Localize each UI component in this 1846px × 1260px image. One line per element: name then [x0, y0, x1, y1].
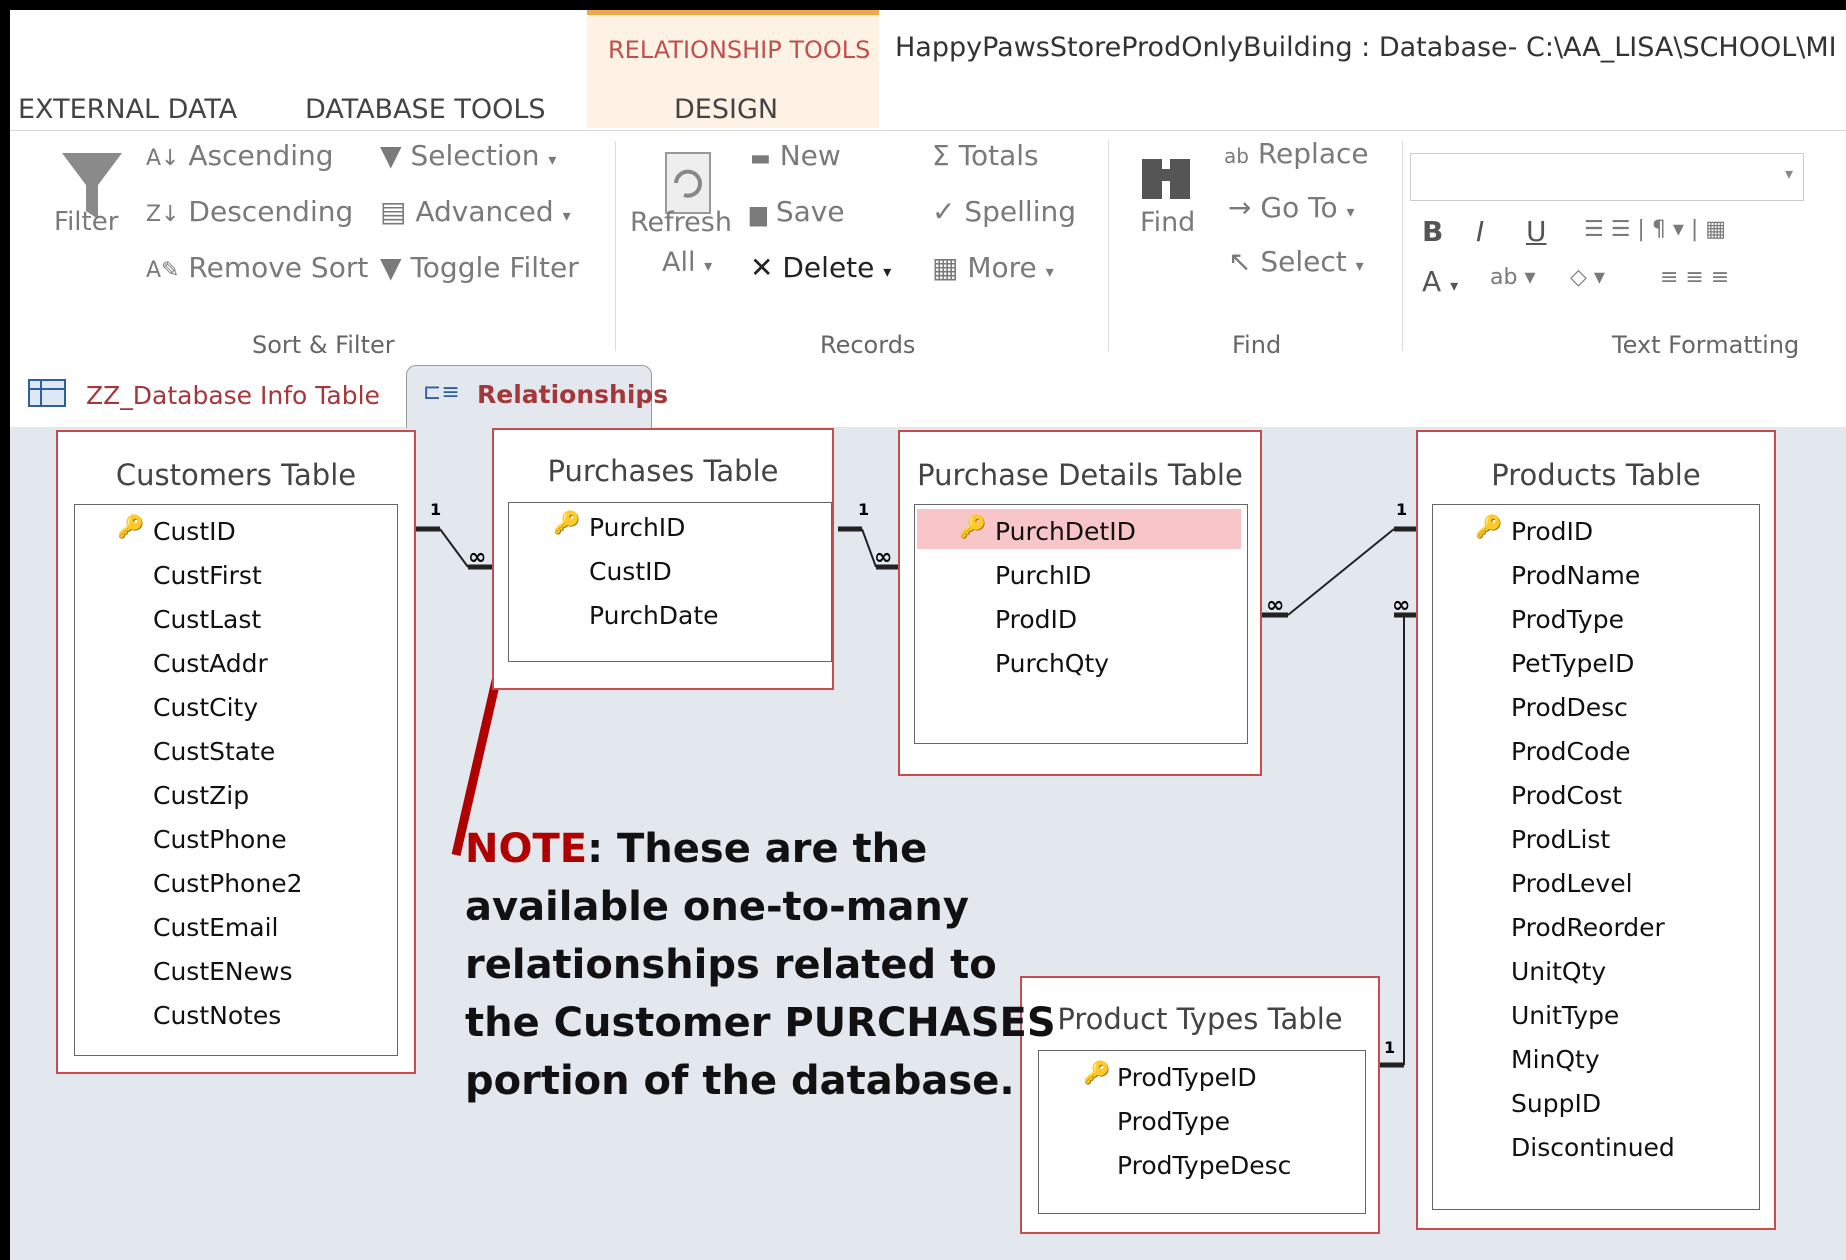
field-item[interactable]: CustNotes [153, 1001, 281, 1030]
field-item[interactable]: CustENews [153, 957, 292, 986]
primary-key-icon: 🔑 [1083, 1061, 1111, 1086]
field-item[interactable]: CustZip [153, 781, 249, 810]
rel-one-label: 1 [858, 500, 870, 519]
access-window: RELATIONSHIP TOOLS HappyPawsStoreProdOnl… [10, 10, 1846, 1260]
rel-line-segment [1287, 528, 1395, 616]
products-table-window[interactable]: Products Table 🔑 ProdID ProdName ProdTyp… [1416, 430, 1776, 1230]
field-item[interactable]: SuppID [1511, 1089, 1601, 1118]
field-item[interactable]: CustID [589, 557, 672, 586]
field-item[interactable]: ProdID [995, 605, 1077, 634]
field-item[interactable]: CustID [153, 517, 236, 546]
field-item[interactable]: CustEmail [153, 913, 279, 942]
field-item[interactable]: ProdReorder [1511, 913, 1665, 942]
field-item[interactable]: ProdList [1511, 825, 1610, 854]
field-item[interactable]: CustPhone [153, 825, 287, 854]
rel-one-label: 1 [1396, 500, 1408, 519]
field-item[interactable]: CustAddr [153, 649, 268, 678]
purchases-table-window[interactable]: Purchases Table 🔑 PurchID CustID PurchDa… [492, 428, 834, 690]
rel-one-label: 1 [1384, 1038, 1396, 1057]
table-title: Products Table [1491, 458, 1701, 492]
primary-key-icon: 🔑 [1475, 515, 1503, 540]
field-item[interactable]: PurchDetID [995, 517, 1136, 546]
field-item[interactable]: ProdName [1511, 561, 1640, 590]
purchase-details-table-window[interactable]: Purchase Details Table 🔑 PurchDetID Purc… [898, 430, 1262, 776]
primary-key-icon: 🔑 [553, 511, 581, 536]
field-list: 🔑 ProdTypeID ProdType ProdTypeDesc [1038, 1050, 1366, 1214]
field-item[interactable]: Discontinued [1511, 1133, 1675, 1162]
field-item[interactable]: UnitQty [1511, 957, 1606, 986]
field-item[interactable]: CustFirst [153, 561, 262, 590]
table-title: Purchase Details Table [917, 458, 1243, 492]
field-item[interactable]: ProdType [1117, 1107, 1230, 1136]
field-item[interactable]: MinQty [1511, 1045, 1600, 1074]
rel-line-segment [439, 528, 469, 568]
customers-table-window[interactable]: Customers Table 🔑 CustID CustFirst CustL… [56, 430, 416, 1074]
field-item[interactable]: PurchQty [995, 649, 1109, 678]
field-item[interactable]: ProdCode [1511, 737, 1631, 766]
field-item[interactable]: PurchID [995, 561, 1091, 590]
field-item[interactable]: CustPhone2 [153, 869, 302, 898]
screenshot-frame: RELATIONSHIP TOOLS HappyPawsStoreProdOnl… [0, 0, 1846, 1260]
primary-key-icon: 🔑 [959, 515, 987, 540]
rel-many-label: ∞ [1266, 593, 1285, 618]
field-item[interactable]: ProdLevel [1511, 869, 1633, 898]
field-item[interactable]: CustCity [153, 693, 258, 722]
field-item[interactable]: ProdType [1511, 605, 1624, 634]
field-item[interactable]: ProdCost [1511, 781, 1622, 810]
field-item[interactable]: ProdTypeID [1117, 1063, 1257, 1092]
rel-many-label: ∞ [874, 545, 893, 570]
field-list: 🔑 ProdID ProdName ProdType PetTypeID Pro… [1432, 504, 1760, 1210]
note-highlight: NOTE [465, 826, 588, 872]
field-item[interactable]: PurchDate [589, 601, 719, 630]
annotation-note: NOTE: These are the available one-to-man… [465, 820, 1085, 1110]
field-list: 🔑 PurchID CustID PurchDate [508, 502, 832, 662]
field-item[interactable]: CustState [153, 737, 275, 766]
field-item[interactable]: ProdTypeDesc [1117, 1151, 1291, 1180]
table-title: Purchases Table [547, 454, 779, 488]
field-item[interactable]: CustLast [153, 605, 261, 634]
rel-one-label: 1 [430, 500, 442, 519]
field-list: 🔑 CustID CustFirst CustLast CustAddr Cus… [74, 504, 398, 1056]
rel-many-label: ∞ [1392, 593, 1411, 618]
field-item[interactable]: UnitType [1511, 1001, 1619, 1030]
table-title: Customers Table [115, 458, 357, 492]
field-item[interactable]: ProdDesc [1511, 693, 1628, 722]
field-item[interactable]: PetTypeID [1511, 649, 1634, 678]
primary-key-icon: 🔑 [117, 515, 145, 540]
rel-many-label: ∞ [468, 545, 487, 570]
field-list: 🔑 PurchDetID PurchID ProdID PurchQty [914, 504, 1248, 744]
field-item[interactable]: ProdID [1511, 517, 1593, 546]
field-item[interactable]: PurchID [589, 513, 685, 542]
